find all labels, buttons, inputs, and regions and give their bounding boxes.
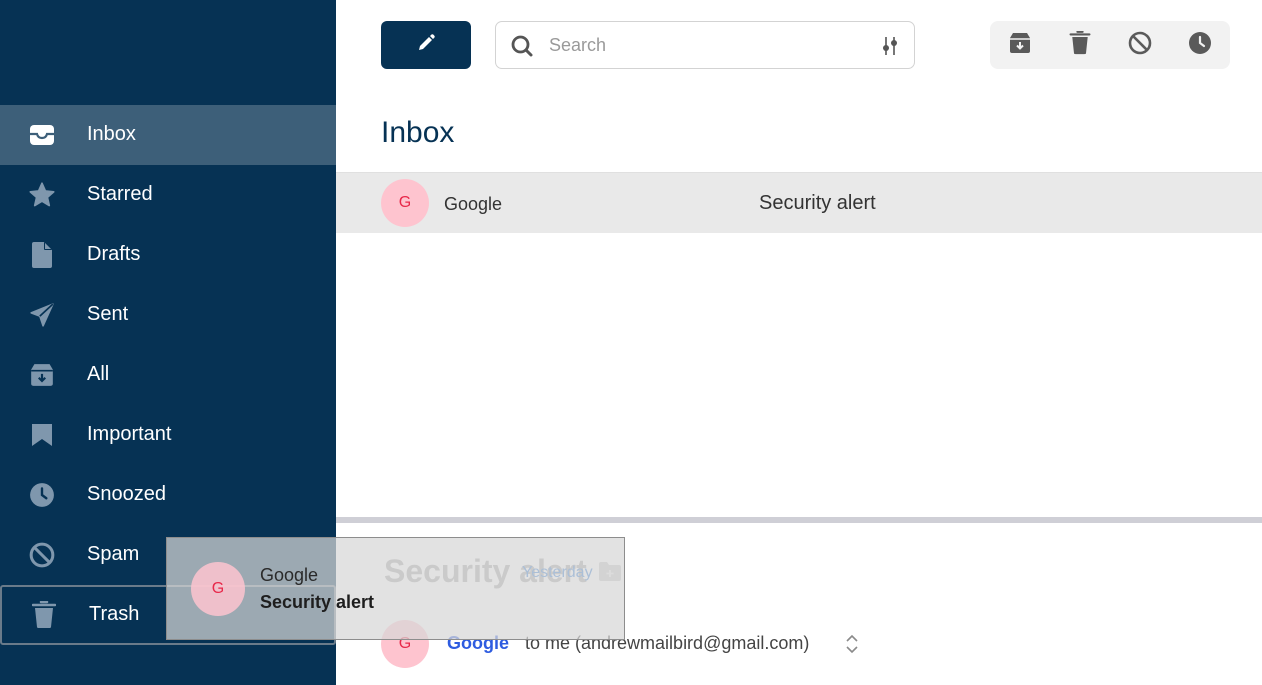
trash-icon <box>1069 30 1091 60</box>
drag-preview-avatar: G <box>191 562 245 616</box>
bookmark-icon <box>28 421 56 449</box>
message-actions <box>990 21 1230 69</box>
drag-preview-subject: Security alert <box>260 592 375 612</box>
drag-preview-sender: Google <box>260 565 319 585</box>
clock-icon <box>1188 31 1212 60</box>
clock-icon <box>28 481 56 509</box>
sidebar-item-inbox[interactable]: Inbox <box>0 105 336 165</box>
sidebar-item-label: Snoozed <box>87 483 166 506</box>
sidebar-item-label: All <box>87 363 110 386</box>
search-box <box>495 21 915 69</box>
sidebar-item-label: Important <box>87 423 172 446</box>
spam-button[interactable] <box>1127 31 1153 60</box>
sidebar-item-label: Spam <box>87 543 140 566</box>
archive-icon <box>28 361 56 389</box>
sidebar-item-label: Inbox <box>87 123 136 146</box>
filter-sliders-icon[interactable] <box>878 34 902 58</box>
drag-preview: G Google Security alert <box>166 537 625 640</box>
file-icon <box>28 241 56 269</box>
folder-title: Inbox <box>381 116 455 149</box>
pane-splitter[interactable] <box>336 517 1262 523</box>
archive-icon <box>1008 31 1032 60</box>
paper-plane-icon <box>28 301 56 329</box>
sender-avatar: G <box>381 179 429 227</box>
inbox-icon <box>28 121 56 149</box>
sidebar-item-starred[interactable]: Starred <box>0 165 336 225</box>
sidebar-item-label: Trash <box>89 603 140 626</box>
trash-icon <box>30 601 58 629</box>
email-list-row[interactable]: G Google Security alert <box>336 172 1262 233</box>
delete-button[interactable] <box>1067 30 1093 60</box>
sidebar-item-drafts[interactable]: Drafts <box>0 225 336 285</box>
search-icon <box>510 34 534 58</box>
archive-button[interactable] <box>1007 32 1033 58</box>
pencil-icon <box>416 33 436 58</box>
sidebar-item-all[interactable]: All <box>0 345 336 405</box>
ban-icon <box>1128 31 1152 60</box>
sidebar-item-label: Drafts <box>87 243 141 266</box>
snooze-button[interactable] <box>1187 31 1213 60</box>
expand-details-icon[interactable] <box>842 632 862 656</box>
ban-icon <box>28 541 56 569</box>
search-input[interactable] <box>549 30 869 60</box>
sidebar-item-important[interactable]: Important <box>0 405 336 465</box>
sidebar-item-label: Starred <box>87 183 153 206</box>
email-subject: Security alert <box>759 192 876 214</box>
star-icon <box>28 181 56 209</box>
sidebar-item-label: Sent <box>87 303 129 326</box>
compose-button[interactable] <box>381 21 471 69</box>
sidebar-item-snoozed[interactable]: Snoozed <box>0 465 336 525</box>
sidebar-item-sent[interactable]: Sent <box>0 285 336 345</box>
email-sender: Google <box>444 194 503 214</box>
